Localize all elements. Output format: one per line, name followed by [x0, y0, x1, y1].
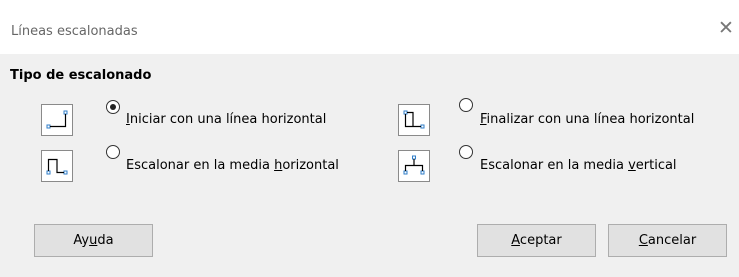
cancel-button[interactable]: Cancelar [608, 224, 727, 257]
title-bar: Líneas escalonadas ✕ [0, 0, 739, 54]
step-start-horizontal-icon [41, 104, 73, 136]
step-end-horizontal-icon [398, 104, 430, 136]
close-icon[interactable]: ✕ [718, 19, 734, 38]
dialog-title: Líneas escalonadas [11, 24, 138, 39]
end-horizontal-radio[interactable] [459, 98, 473, 112]
help-button[interactable]: Ayuda [34, 224, 153, 257]
step-center-horizontal-icon [41, 150, 73, 182]
start-horizontal-radio[interactable] [106, 100, 120, 114]
section-title: Tipo de escalonado [10, 68, 152, 83]
center-horizontal-label[interactable]: Escalonar en la media horizontal [126, 158, 339, 173]
ok-button[interactable]: Aceptar [477, 224, 596, 257]
start-horizontal-label[interactable]: Iniciar con una línea horizontal [126, 112, 326, 127]
center-horizontal-radio[interactable] [106, 145, 120, 159]
center-vertical-label[interactable]: Escalonar en la media vertical [480, 158, 677, 173]
end-horizontal-label[interactable]: Finalizar con una línea horizontal [480, 112, 694, 127]
step-center-vertical-icon [398, 150, 430, 182]
center-vertical-radio[interactable] [459, 145, 473, 159]
